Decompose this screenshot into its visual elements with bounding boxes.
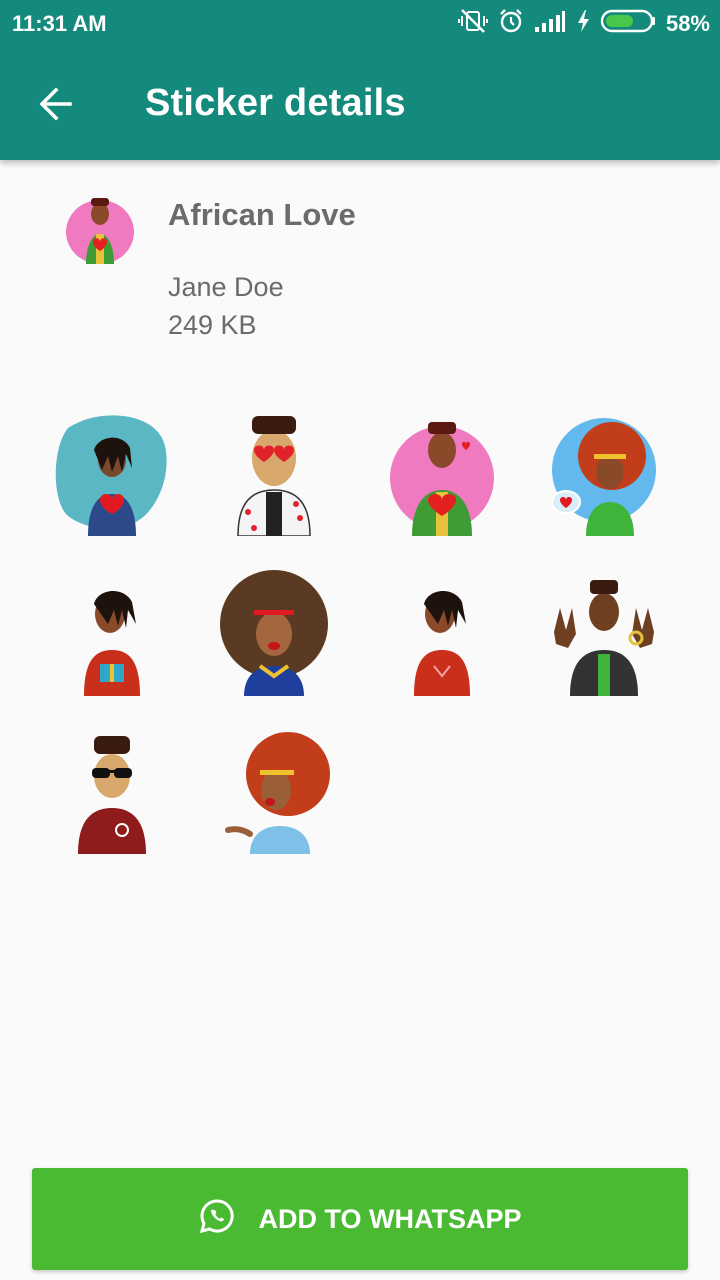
- sticker-man-hands-up[interactable]: [540, 568, 668, 696]
- sticker-woman-red-afro-blowing-kiss[interactable]: [210, 730, 338, 858]
- sticker-man-sunglasses-red-jacket[interactable]: [48, 730, 176, 858]
- sticker-man-hand-heart-pink-bg[interactable]: [378, 408, 506, 536]
- sticker-image: [554, 580, 654, 696]
- charging-icon: [576, 9, 590, 39]
- sticker-man-heart-glasses[interactable]: [210, 408, 338, 537]
- sticker-man-dreads-gift[interactable]: [48, 568, 176, 696]
- sticker-image: [390, 422, 494, 536]
- add-to-whatsapp-label: ADD TO WHATSAPP: [258, 1203, 522, 1234]
- battery-icon: [600, 8, 656, 40]
- sticker-image: [414, 590, 470, 696]
- sticker-woman-red-afro-hearts-blue-bg[interactable]: [540, 408, 668, 536]
- sticker-man-dreads-heart-blue-bg[interactable]: [48, 408, 176, 536]
- pack-file-size: 249 KB: [168, 310, 257, 340]
- sticker-image: [551, 418, 656, 536]
- sticker-image: [237, 416, 311, 537]
- sticker-man-dreads-red-shirt[interactable]: [378, 568, 506, 696]
- signal-icon: [534, 9, 566, 39]
- status-bar: 11:31 AM 58%: [0, 0, 720, 50]
- add-to-whatsapp-button[interactable]: ADD TO WHATSAPP: [32, 1168, 688, 1270]
- pack-name: African Love: [168, 197, 356, 232]
- vibrate-off-icon: [457, 7, 488, 41]
- whatsapp-icon: [199, 1198, 235, 1241]
- sticker-image: [84, 590, 140, 696]
- alarm-icon: [498, 8, 524, 40]
- sticker-pack-tray-icon: [64, 192, 136, 264]
- sticker-image: [220, 570, 328, 696]
- pack-publisher: Jane Doe: [168, 272, 284, 302]
- sticker-image: [78, 736, 146, 854]
- back-button[interactable]: [30, 80, 82, 132]
- sticker-image: [55, 415, 167, 536]
- battery-percent: 58%: [665, 11, 710, 36]
- arrow-left-icon: [38, 86, 74, 127]
- app-bar: 11:31 AM 58% Sticker details: [0, 0, 720, 160]
- sticker-image: [225, 732, 330, 854]
- status-time: 11:31 AM: [12, 11, 107, 36]
- sticker-woman-afro-kiss[interactable]: [210, 568, 338, 696]
- page-title: Sticker details: [145, 82, 406, 124]
